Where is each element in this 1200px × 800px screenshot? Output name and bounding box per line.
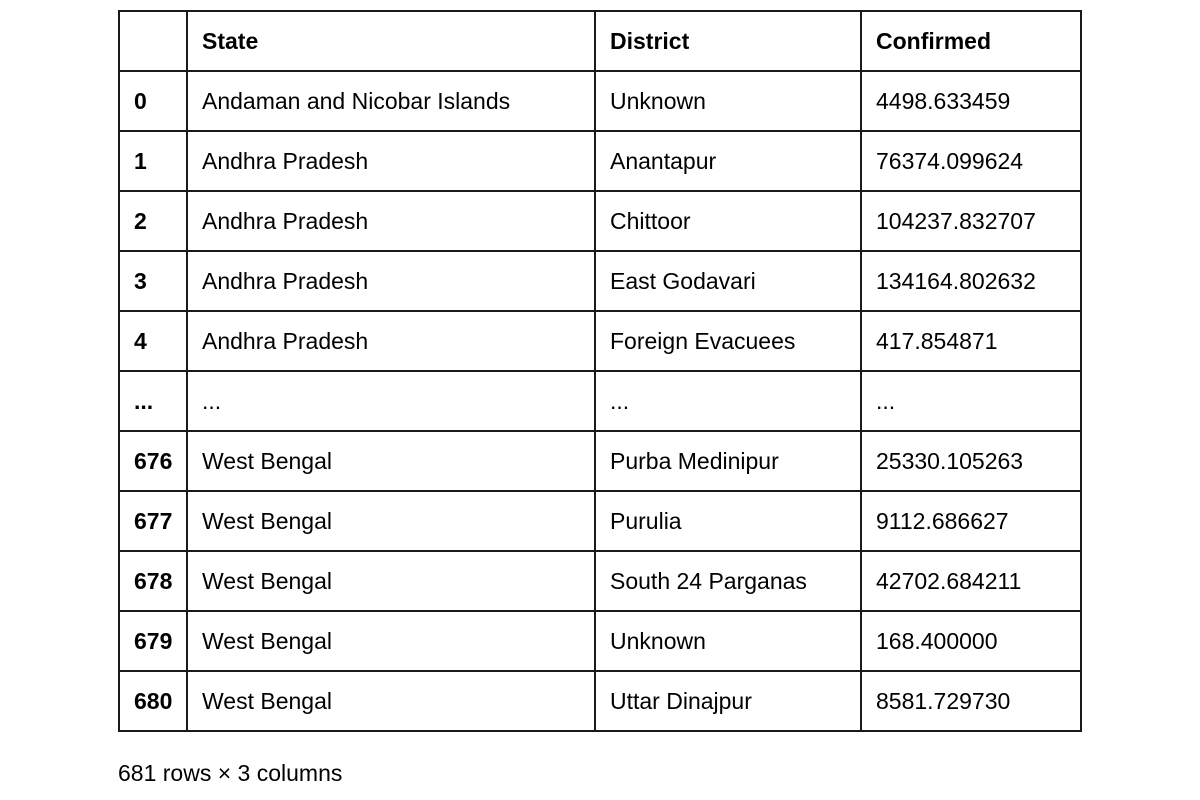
- cell-confirmed: 134164.802632: [860, 250, 1082, 312]
- table-row: 0 Andaman and Nicobar Islands Unknown 44…: [118, 70, 1082, 132]
- row-index-cell: 4: [118, 310, 188, 372]
- cell-district: Unknown: [594, 70, 862, 132]
- cell-confirmed: 4498.633459: [860, 70, 1082, 132]
- table-row-ellipsis: ... ... ... ...: [118, 370, 1082, 432]
- cell-state: ...: [186, 370, 596, 432]
- row-index-cell: 1: [118, 130, 188, 192]
- row-index-cell: ...: [118, 370, 188, 432]
- cell-state: Andhra Pradesh: [186, 190, 596, 252]
- column-header-district: District: [594, 10, 862, 72]
- cell-district: Chittoor: [594, 190, 862, 252]
- row-index-cell: 678: [118, 550, 188, 612]
- table-header: State District Confirmed: [118, 10, 1082, 72]
- cell-confirmed: 76374.099624: [860, 130, 1082, 192]
- cell-district: Uttar Dinajpur: [594, 670, 862, 732]
- row-index-cell: 3: [118, 250, 188, 312]
- cell-state: Andhra Pradesh: [186, 310, 596, 372]
- table-row: 1 Andhra Pradesh Anantapur 76374.099624: [118, 130, 1082, 192]
- table-row: 677 West Bengal Purulia 9112.686627: [118, 490, 1082, 552]
- table-row: 678 West Bengal South 24 Parganas 42702.…: [118, 550, 1082, 612]
- column-header-index: [118, 10, 188, 72]
- table-row: 3 Andhra Pradesh East Godavari 134164.80…: [118, 250, 1082, 312]
- cell-district: Purba Medinipur: [594, 430, 862, 492]
- cell-confirmed: ...: [860, 370, 1082, 432]
- cell-state: West Bengal: [186, 610, 596, 672]
- dataframe-shape-caption: 681 rows × 3 columns: [118, 760, 343, 786]
- cell-district: ...: [594, 370, 862, 432]
- cell-district: Foreign Evacuees: [594, 310, 862, 372]
- row-index-cell: 0: [118, 70, 188, 132]
- cell-district: Unknown: [594, 610, 862, 672]
- cell-confirmed: 417.854871: [860, 310, 1082, 372]
- cell-confirmed: 9112.686627: [860, 490, 1082, 552]
- cell-state: West Bengal: [186, 670, 596, 732]
- cell-state: West Bengal: [186, 490, 596, 552]
- row-index-cell: 677: [118, 490, 188, 552]
- row-index-cell: 680: [118, 670, 188, 732]
- cell-confirmed: 168.400000: [860, 610, 1082, 672]
- row-index-cell: 676: [118, 430, 188, 492]
- cell-state: Andaman and Nicobar Islands: [186, 70, 596, 132]
- table-row: 676 West Bengal Purba Medinipur 25330.10…: [118, 430, 1082, 492]
- cell-district: South 24 Parganas: [594, 550, 862, 612]
- cell-state: Andhra Pradesh: [186, 130, 596, 192]
- cell-state: Andhra Pradesh: [186, 250, 596, 312]
- column-header-state: State: [186, 10, 596, 72]
- table-body: 0 Andaman and Nicobar Islands Unknown 44…: [118, 70, 1082, 732]
- cell-confirmed: 8581.729730: [860, 670, 1082, 732]
- cell-state: West Bengal: [186, 550, 596, 612]
- cell-district: East Godavari: [594, 250, 862, 312]
- dataframe-output: State District Confirmed 0 Andaman and N…: [118, 10, 1082, 732]
- column-header-confirmed: Confirmed: [860, 10, 1082, 72]
- dataframe-table: State District Confirmed 0 Andaman and N…: [118, 10, 1082, 732]
- cell-confirmed: 42702.684211: [860, 550, 1082, 612]
- cell-state: West Bengal: [186, 430, 596, 492]
- cell-district: Anantapur: [594, 130, 862, 192]
- header-row: State District Confirmed: [118, 10, 1082, 72]
- table-row: 680 West Bengal Uttar Dinajpur 8581.7297…: [118, 670, 1082, 732]
- table-row: 679 West Bengal Unknown 168.400000: [118, 610, 1082, 672]
- table-row: 4 Andhra Pradesh Foreign Evacuees 417.85…: [118, 310, 1082, 372]
- row-index-cell: 2: [118, 190, 188, 252]
- cell-confirmed: 25330.105263: [860, 430, 1082, 492]
- cell-district: Purulia: [594, 490, 862, 552]
- cell-confirmed: 104237.832707: [860, 190, 1082, 252]
- row-index-cell: 679: [118, 610, 188, 672]
- table-row: 2 Andhra Pradesh Chittoor 104237.832707: [118, 190, 1082, 252]
